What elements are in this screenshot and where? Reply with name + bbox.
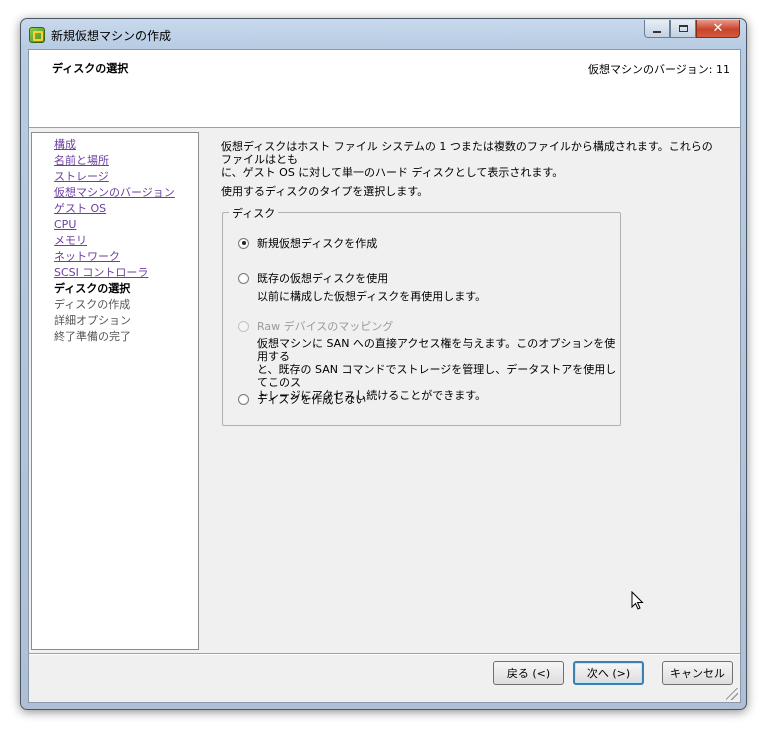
close-button[interactable]: ✕ xyxy=(696,20,740,38)
option-raw-device-mapping: Raw デバイスのマッピング xyxy=(238,318,393,334)
wizard-steps-panel: 構成 名前と場所 ストレージ 仮想マシンのバージョン ゲスト OS CPU メモ… xyxy=(31,132,199,650)
wizard-client-area: ディスクの選択 仮想マシンのバージョン: 11 構成 名前と場所 ストレージ 仮… xyxy=(28,49,741,703)
window-controls: ✕ xyxy=(644,20,740,38)
option-no-disk[interactable]: ディスクを作成しない xyxy=(238,391,366,407)
minimize-icon xyxy=(653,30,661,33)
radio-button[interactable] xyxy=(238,237,249,249)
subtext-line: と、既存の SAN コマンドでストレージを管理し、データストアを使用してこのス xyxy=(257,363,617,389)
back-button[interactable]: 戻る (<) xyxy=(493,661,564,685)
step-ready-to-complete: 終了準備の完了 xyxy=(54,330,131,343)
maximize-button[interactable] xyxy=(670,20,696,38)
minimize-button[interactable] xyxy=(644,20,670,38)
step-guest-os[interactable]: ゲスト OS xyxy=(54,201,106,216)
disk-type-prompt: 使用するディスクのタイプを選択します。 xyxy=(221,185,429,198)
resize-grip-icon[interactable] xyxy=(726,688,738,700)
step-select-disk: ディスクの選択 xyxy=(54,282,131,295)
wizard-header: ディスクの選択 仮想マシンのバージョン: 11 xyxy=(29,50,740,128)
maximize-icon xyxy=(678,25,688,32)
radio-button[interactable] xyxy=(238,393,249,405)
step-cpu[interactable]: CPU xyxy=(54,217,76,232)
option-use-existing-disk[interactable]: 既存の仮想ディスクを使用 xyxy=(238,270,388,286)
cancel-button[interactable]: キャンセル xyxy=(662,661,733,685)
title-bar[interactable]: 新規仮想マシンの作成 ✕ xyxy=(21,19,746,49)
radio-button[interactable] xyxy=(238,272,249,284)
description-line: に、ゲスト OS に対して単一のハード ディスクとして表示されます。 xyxy=(221,166,564,179)
footer-divider xyxy=(29,653,740,655)
close-icon: ✕ xyxy=(712,21,724,36)
step-configuration[interactable]: 構成 xyxy=(54,137,76,152)
option-create-new-disk[interactable]: 新規仮想ディスクを作成 xyxy=(238,235,377,251)
step-vm-version[interactable]: 仮想マシンのバージョン xyxy=(54,185,175,200)
step-create-disk: ディスクの作成 xyxy=(54,298,131,311)
subtext-line: 仮想マシンに SAN への直接アクセス権を与えます。このオプションを使用する xyxy=(257,337,616,363)
next-button[interactable]: 次へ (>) xyxy=(573,661,644,685)
window-title: 新規仮想マシンの作成 xyxy=(51,29,172,43)
radio-button xyxy=(238,320,249,332)
option-subtext: 以前に構成した仮想ディスクを再使用します。 xyxy=(257,290,486,303)
step-network[interactable]: ネットワーク xyxy=(54,249,120,264)
mouse-cursor-icon xyxy=(631,591,644,610)
disk-groupbox: ディスク 新規仮想ディスクを作成 既存の仮想ディスクを使用 以前に構成した仮想デ… xyxy=(222,205,621,426)
option-label: Raw デバイスのマッピング xyxy=(257,320,394,333)
option-label: ディスクを作成しない xyxy=(257,393,367,406)
step-scsi-controller[interactable]: SCSI コントローラ xyxy=(54,265,148,280)
vm-version-label: 仮想マシンのバージョン: 11 xyxy=(588,63,730,76)
subtext-line: 以前に構成した仮想ディスクを再使用します。 xyxy=(257,290,487,303)
main-content: 仮想ディスクはホスト ファイル システムの 1 つまたは複数のファイルから構成さ… xyxy=(205,132,735,650)
step-advanced-options: 詳細オプション xyxy=(54,314,131,327)
groupbox-label: ディスク xyxy=(229,205,279,221)
description-line: 仮想ディスクはホスト ファイル システムの 1 つまたは複数のファイルから構成さ… xyxy=(221,140,713,166)
step-memory[interactable]: メモリ xyxy=(54,233,87,248)
disk-description: 仮想ディスクはホスト ファイル システムの 1 つまたは複数のファイルから構成さ… xyxy=(221,140,721,179)
wizard-window: 新規仮想マシンの作成 ✕ ディスクの選択 仮想マシンのバージョン: 11 構成 … xyxy=(20,18,747,710)
page-title: ディスクの選択 xyxy=(52,62,129,75)
vsphere-app-icon xyxy=(29,27,45,43)
option-label: 既存の仮想ディスクを使用 xyxy=(257,272,389,285)
option-label: 新規仮想ディスクを作成 xyxy=(257,237,378,250)
step-storage[interactable]: ストレージ xyxy=(54,169,109,184)
step-name-location[interactable]: 名前と場所 xyxy=(54,153,109,168)
